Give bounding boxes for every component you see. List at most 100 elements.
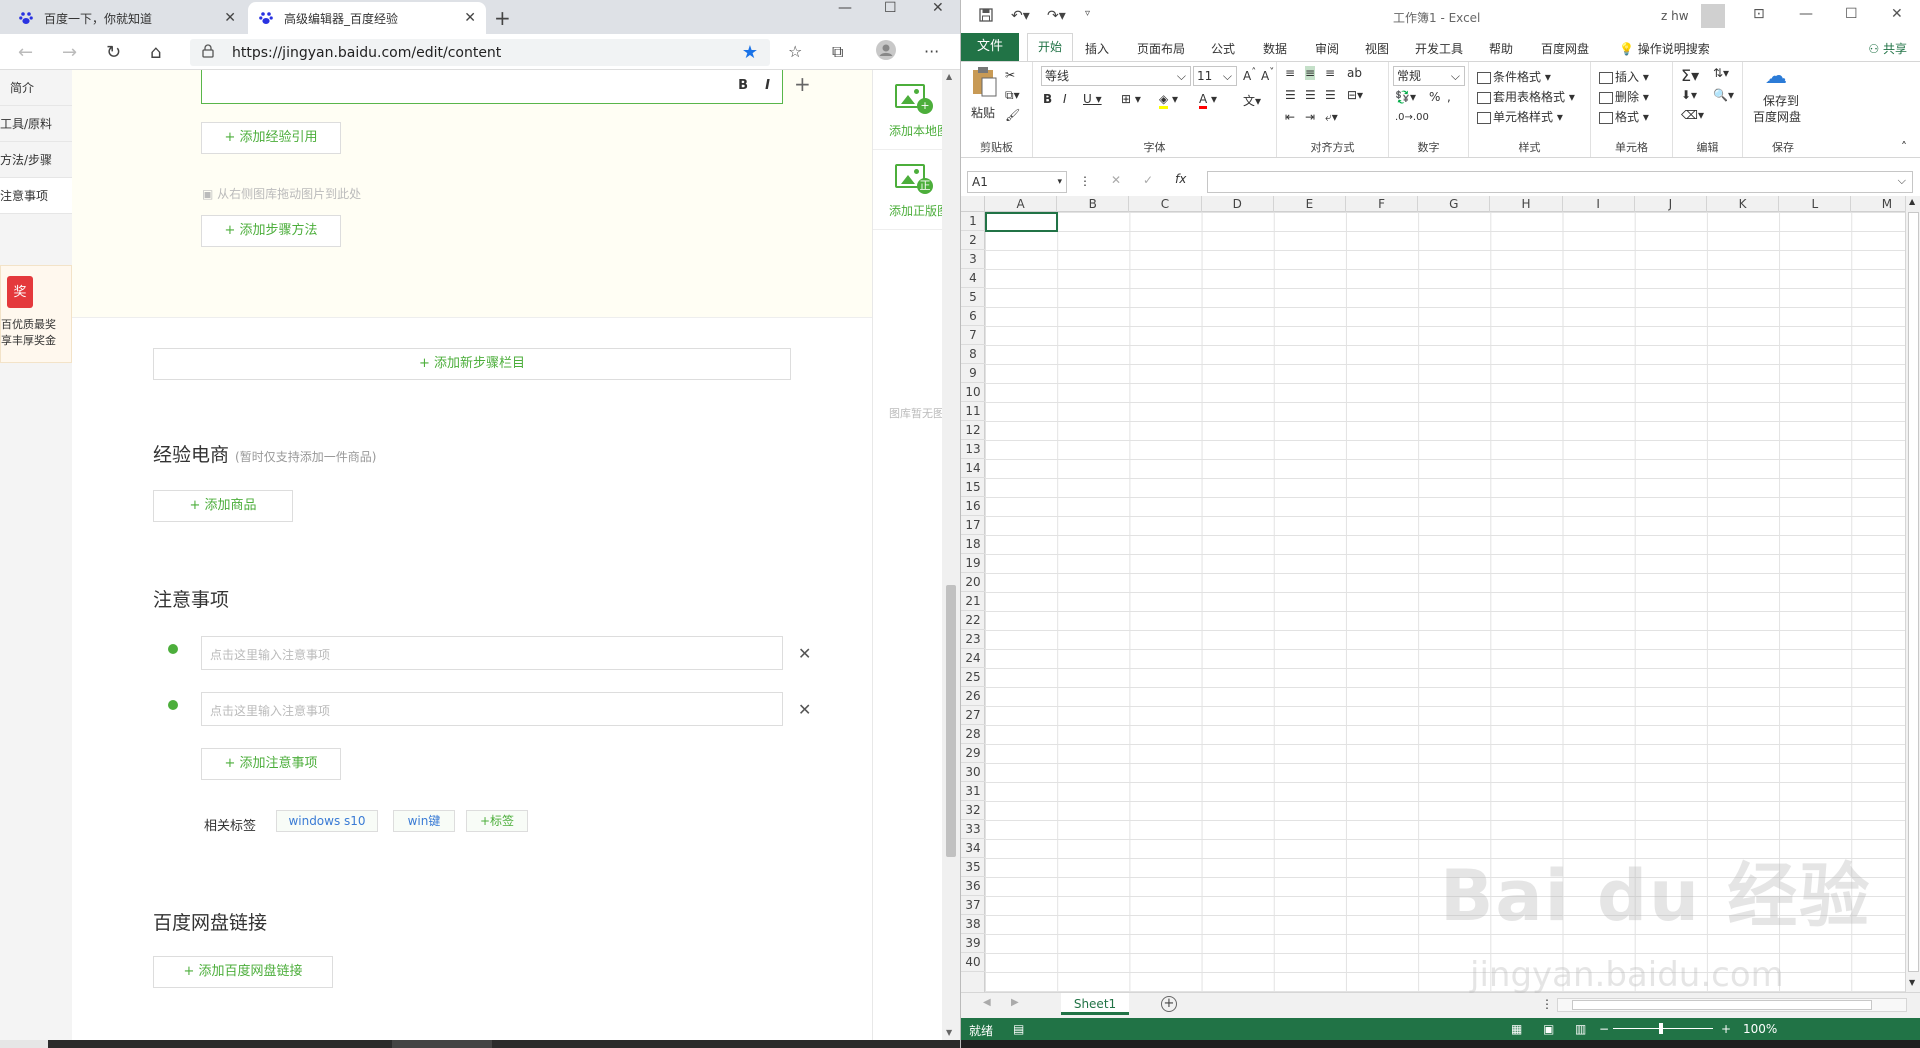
row-header[interactable]: 13: [961, 440, 985, 459]
currency-icon[interactable]: 💱▾: [1395, 90, 1416, 104]
autosum-icon[interactable]: Σ▾: [1681, 66, 1699, 85]
redo-icon[interactable]: ↷▾: [1047, 8, 1066, 24]
tab-baidu-netdisk[interactable]: 百度网盘: [1541, 40, 1589, 57]
delete-note-icon[interactable]: ✕: [798, 700, 811, 719]
maximize-icon[interactable]: ☐: [884, 0, 897, 16]
italic-icon[interactable]: I: [1063, 92, 1067, 106]
column-header[interactable]: I: [1563, 196, 1635, 212]
italic-button[interactable]: I: [765, 78, 770, 93]
decrease-indent-icon[interactable]: ⇤: [1285, 110, 1295, 124]
add-netdisk-link-button[interactable]: + 添加百度网盘链接: [153, 956, 333, 988]
note-input-2[interactable]: 点击这里输入注意事项: [201, 692, 783, 726]
tab-file[interactable]: 文件: [961, 33, 1019, 61]
sort-filter-icon[interactable]: ⇅▾: [1713, 66, 1729, 80]
enter-formula-icon[interactable]: ✓: [1143, 173, 1153, 187]
add-tag-button[interactable]: +标签: [466, 810, 528, 832]
row-header[interactable]: 28: [961, 725, 985, 744]
scroll-up-icon[interactable]: ▲: [1909, 197, 1915, 206]
close-icon[interactable]: ✕: [224, 10, 236, 26]
column-header[interactable]: B: [1057, 196, 1130, 212]
note-input-1[interactable]: 点击这里输入注意事项: [201, 636, 783, 670]
row-header[interactable]: 40: [961, 953, 985, 972]
name-box[interactable]: A1 ▾: [967, 171, 1067, 193]
bold-icon[interactable]: B: [1043, 92, 1052, 106]
page-scrollbar[interactable]: ▲ ▼: [942, 70, 960, 1040]
column-header[interactable]: L: [1779, 196, 1852, 212]
row-header[interactable]: 23: [961, 630, 985, 649]
row-header[interactable]: 20: [961, 573, 985, 592]
column-header[interactable]: K: [1707, 196, 1780, 212]
tab-baidu-home[interactable]: 百度一下，你就知道 ✕: [8, 2, 246, 34]
profile-avatar-icon[interactable]: [876, 40, 896, 64]
tab-page-layout[interactable]: 页面布局: [1137, 40, 1185, 57]
collections-icon[interactable]: ⧉: [832, 42, 843, 62]
phonetic-icon[interactable]: 文▾: [1243, 92, 1261, 109]
align-center-icon[interactable]: ☰: [1305, 88, 1316, 102]
close-icon[interactable]: ✕: [464, 10, 476, 26]
row-header[interactable]: 36: [961, 877, 985, 896]
find-icon[interactable]: 🔍▾: [1713, 88, 1734, 102]
add-sheet-icon[interactable]: +: [1161, 996, 1177, 1012]
fill-icon[interactable]: ⬇▾: [1681, 88, 1697, 102]
row-header[interactable]: 8: [961, 345, 985, 364]
row-header[interactable]: 14: [961, 459, 985, 478]
increase-font-icon[interactable]: A˄: [1243, 67, 1256, 83]
window-close-icon[interactable]: ✕: [932, 0, 944, 16]
add-quote-button[interactable]: + 添加经验引用: [201, 122, 341, 154]
orientation-icon[interactable]: ab: [1347, 66, 1362, 80]
column-header[interactable]: F: [1346, 196, 1419, 212]
paste-label[interactable]: 粘贴: [971, 104, 995, 121]
undo-icon[interactable]: ↶▾: [1011, 8, 1030, 24]
forward-icon[interactable]: →: [62, 42, 77, 63]
zoom-slider[interactable]: [1613, 1028, 1713, 1029]
zoom-in-icon[interactable]: +: [1721, 1022, 1731, 1036]
refresh-icon[interactable]: ↻: [106, 42, 121, 63]
row-header[interactable]: 3: [961, 250, 985, 269]
zoom-slider-knob[interactable]: [1659, 1023, 1663, 1034]
baidu-cloud-icon[interactable]: ☁: [1765, 64, 1787, 89]
ribbon-display-icon[interactable]: ⊡: [1753, 6, 1765, 22]
tab-review[interactable]: 审阅: [1315, 40, 1339, 57]
increase-decimal-icon[interactable]: .0→.00: [1395, 112, 1429, 123]
tab-data[interactable]: 数据: [1263, 40, 1287, 57]
add-plus-icon[interactable]: +: [794, 72, 811, 96]
save-to-line2[interactable]: 百度网盘: [1753, 108, 1801, 125]
bold-button[interactable]: B: [738, 78, 748, 93]
row-header[interactable]: 21: [961, 592, 985, 611]
row-header[interactable]: 31: [961, 782, 985, 801]
insert-function-icon[interactable]: fx: [1175, 172, 1186, 186]
row-header[interactable]: 5: [961, 288, 985, 307]
formula-input[interactable]: ⌵: [1207, 171, 1913, 193]
minimize-icon[interactable]: —: [1799, 6, 1813, 22]
scroll-up-icon[interactable]: ▲: [946, 72, 952, 81]
font-size-select[interactable]: 11 ⌵: [1193, 66, 1237, 86]
fill-color-icon[interactable]: ◈ ▾: [1159, 92, 1178, 109]
scroll-down-icon[interactable]: ▼: [1909, 978, 1915, 987]
sheet-horizontal-scrollbar[interactable]: [1557, 998, 1907, 1012]
scrollbar-thumb[interactable]: [946, 585, 956, 857]
row-header[interactable]: 1: [961, 212, 985, 231]
increase-indent-icon[interactable]: ⇥: [1305, 110, 1315, 124]
add-note-button[interactable]: + 添加注意事项: [201, 748, 341, 780]
align-top-icon[interactable]: ≡: [1285, 66, 1295, 80]
row-header[interactable]: 37: [961, 896, 985, 915]
tag-win-key[interactable]: win键: [393, 810, 455, 832]
column-header[interactable]: E: [1274, 196, 1346, 212]
url-field[interactable]: https://jingyan.baidu.com/edit/content ★: [190, 39, 770, 66]
window-close-icon[interactable]: ✕: [1891, 6, 1903, 22]
row-header[interactable]: 26: [961, 687, 985, 706]
cell-styles-button[interactable]: 单元格样式 ▾: [1477, 108, 1563, 125]
more-icon[interactable]: ···: [924, 42, 939, 61]
row-header[interactable]: 29: [961, 744, 985, 763]
row-header[interactable]: 12: [961, 421, 985, 440]
tab-help[interactable]: 帮助: [1489, 40, 1513, 57]
row-header[interactable]: 27: [961, 706, 985, 725]
new-tab-icon[interactable]: +: [494, 6, 511, 30]
conditional-format-button[interactable]: 条件格式 ▾: [1477, 68, 1551, 85]
border-icon[interactable]: ⊞ ▾: [1121, 92, 1141, 106]
underline-icon[interactable]: U ▾: [1083, 92, 1102, 106]
scrollbar-thumb[interactable]: [1908, 212, 1919, 972]
macro-record-icon[interactable]: ▤: [1013, 1022, 1024, 1036]
add-step-method-button[interactable]: + 添加步骤方法: [201, 215, 341, 247]
add-product-button[interactable]: + 添加商品: [153, 490, 293, 522]
